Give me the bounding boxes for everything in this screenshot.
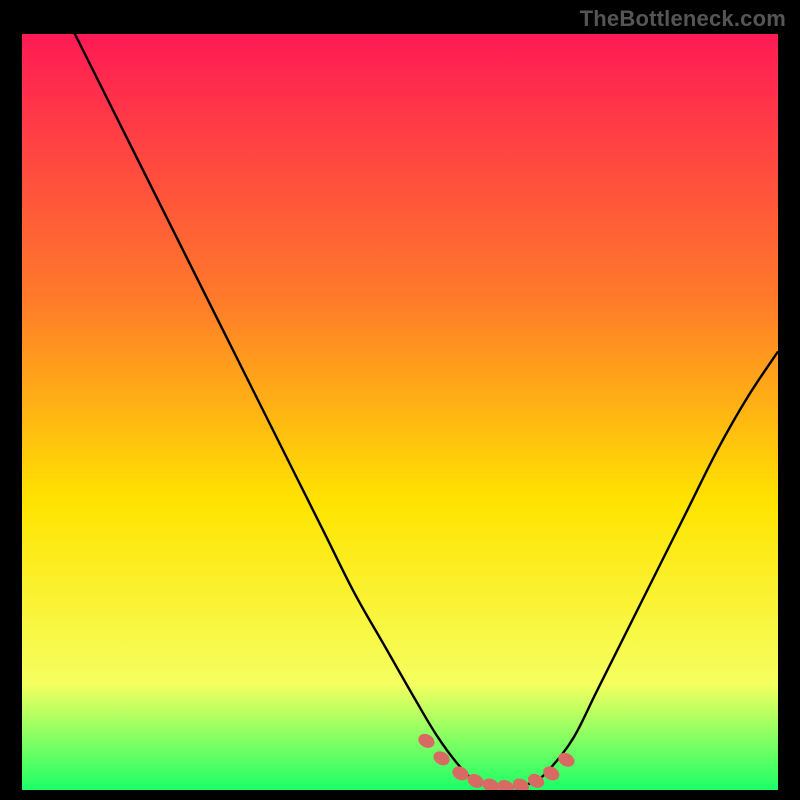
chart-stage: TheBottleneck.com	[0, 0, 800, 800]
plot-background	[22, 34, 778, 790]
bottleneck-plot	[22, 34, 778, 790]
watermark-text: TheBottleneck.com	[580, 6, 786, 32]
plot-svg	[22, 34, 778, 790]
